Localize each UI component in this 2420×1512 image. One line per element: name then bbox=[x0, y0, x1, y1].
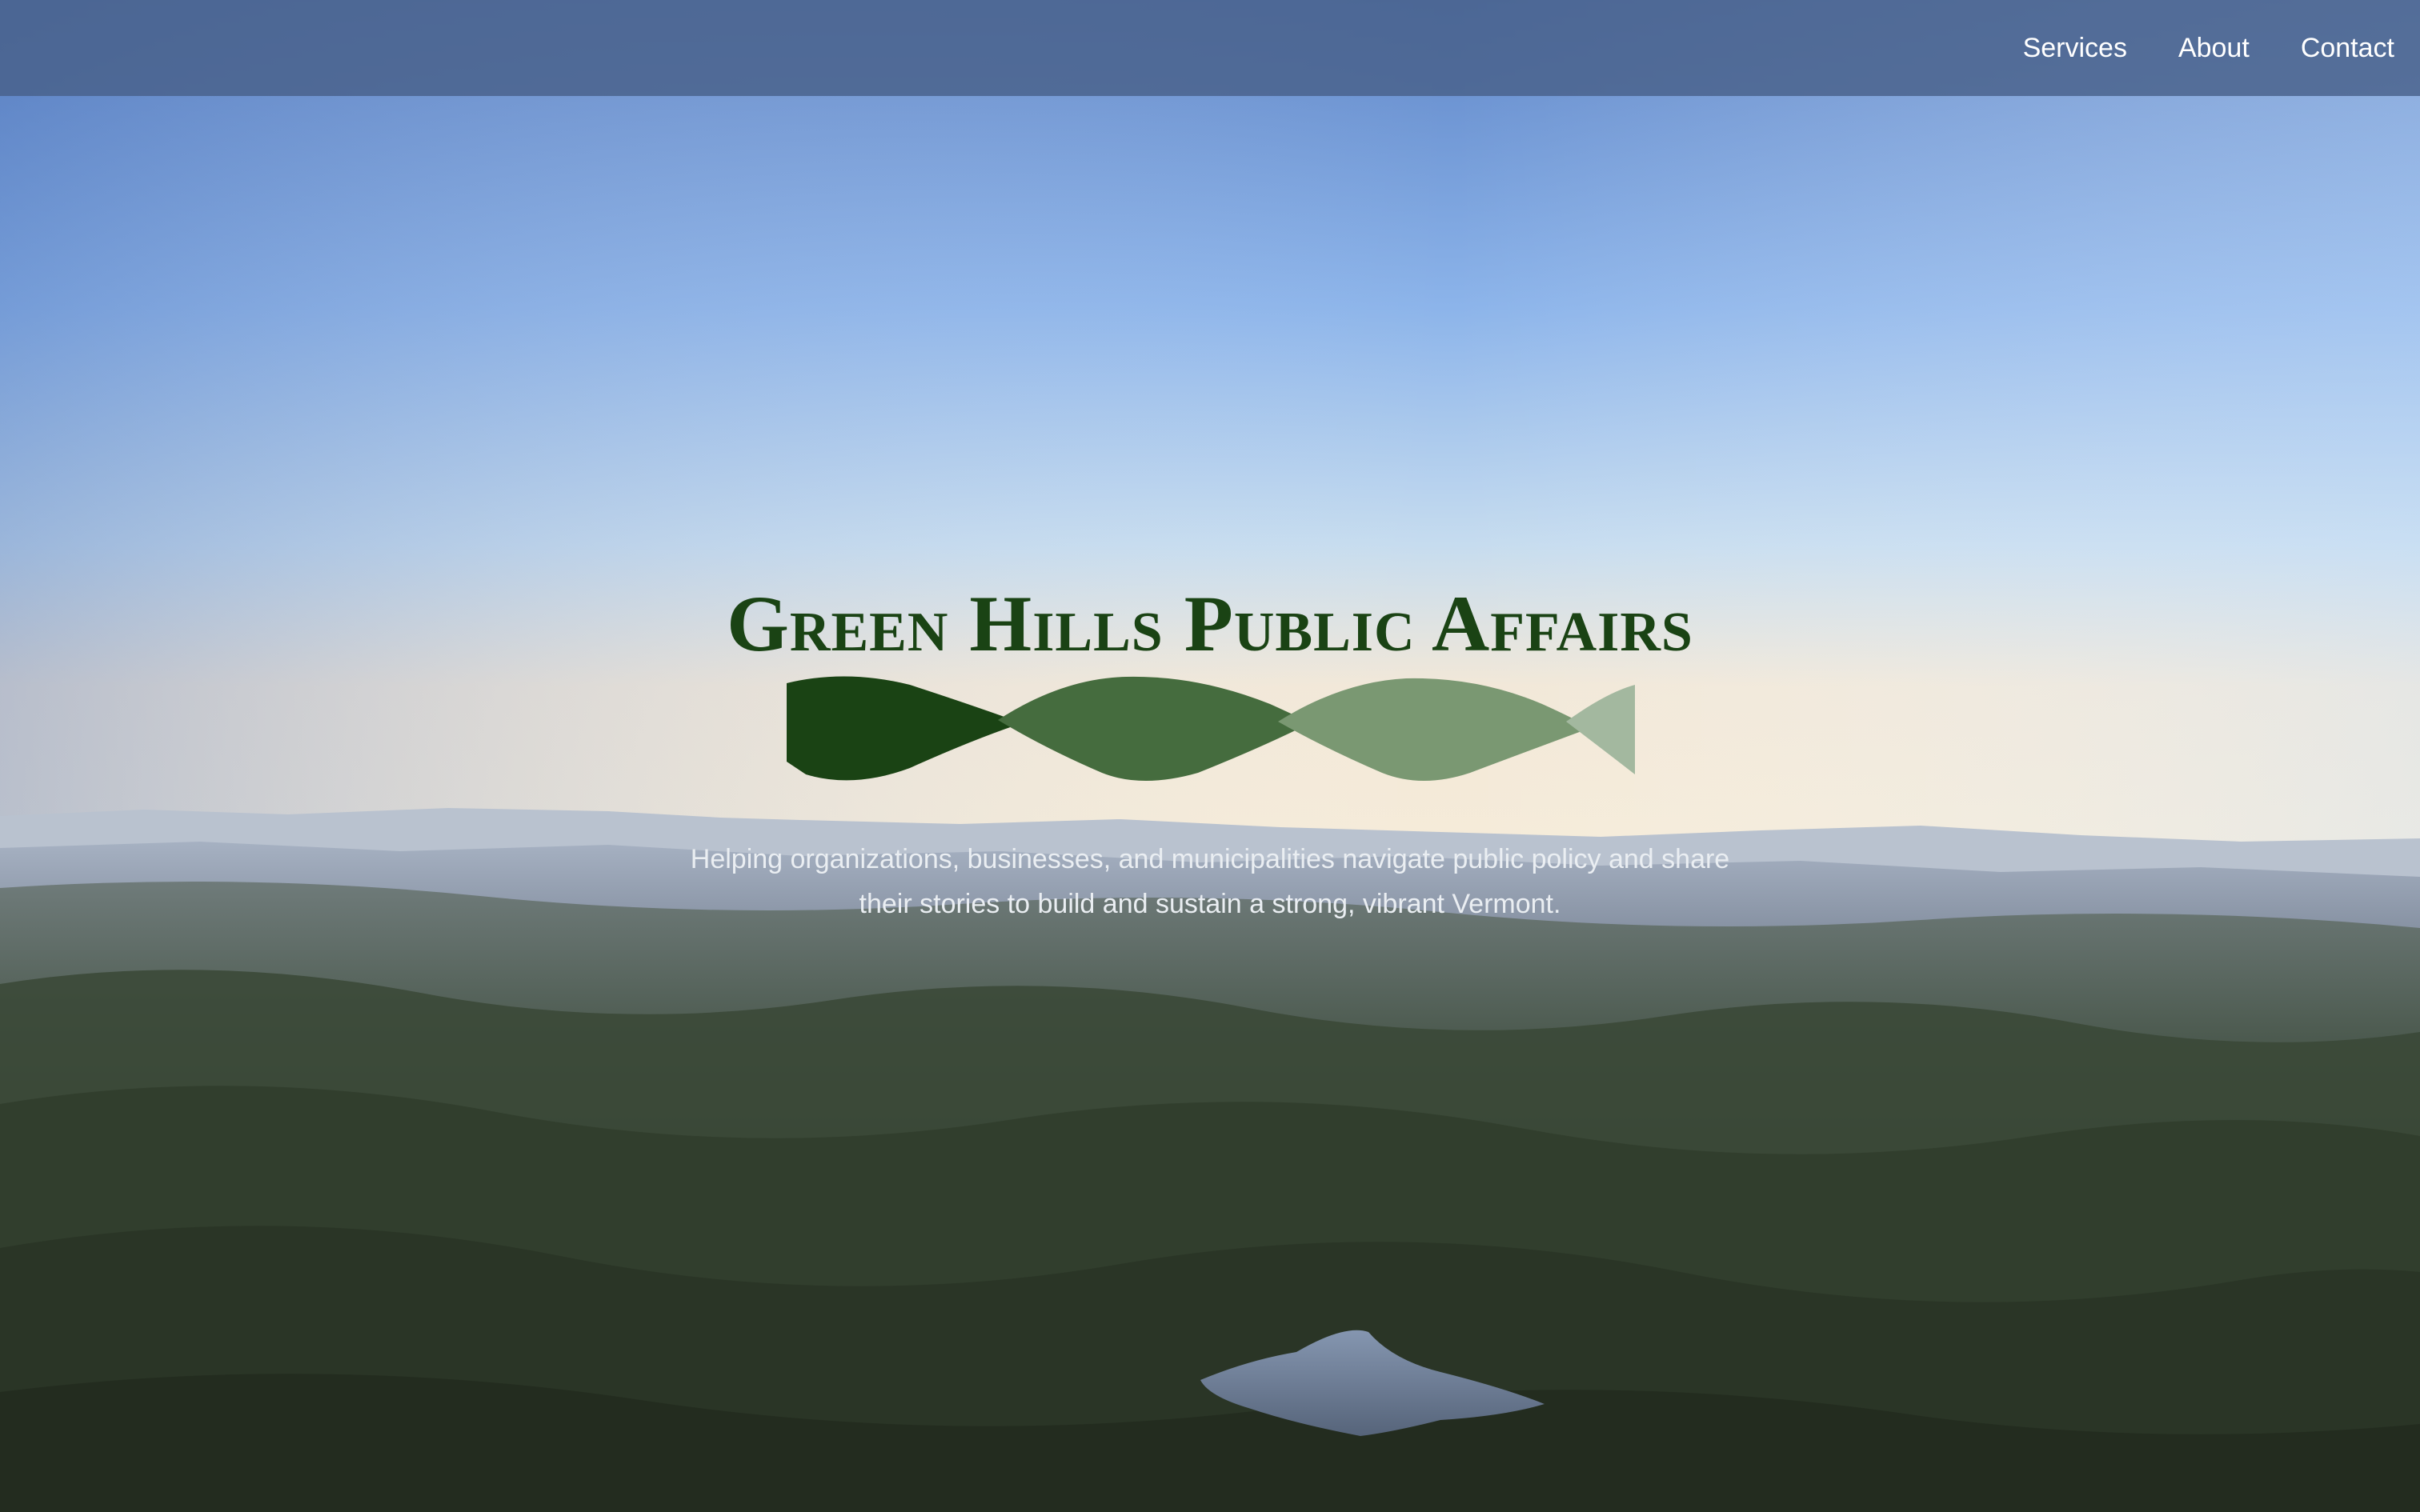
nav-link-about[interactable]: About bbox=[2178, 33, 2250, 63]
nav-menu: Services About Contact bbox=[2023, 0, 2394, 96]
page: Services About Contact Green Hills Publi… bbox=[0, 0, 2420, 1512]
top-navigation-bar: Services About Contact bbox=[0, 0, 2420, 96]
hero-content: Green Hills Public Affairs Helping organ… bbox=[0, 576, 2420, 926]
nav-item-about: About bbox=[2178, 33, 2250, 64]
nav-item-contact: Contact bbox=[2301, 33, 2394, 64]
green-ribbon-logo-icon bbox=[787, 676, 1635, 781]
nav-item-services: Services bbox=[2023, 33, 2127, 64]
nav-link-contact[interactable]: Contact bbox=[2301, 33, 2394, 63]
nav-link-services[interactable]: Services bbox=[2023, 33, 2127, 63]
hero-tagline: Helping organizations, businesses, and m… bbox=[690, 844, 1730, 919]
site-title: Green Hills Public Affairs bbox=[727, 579, 1693, 668]
